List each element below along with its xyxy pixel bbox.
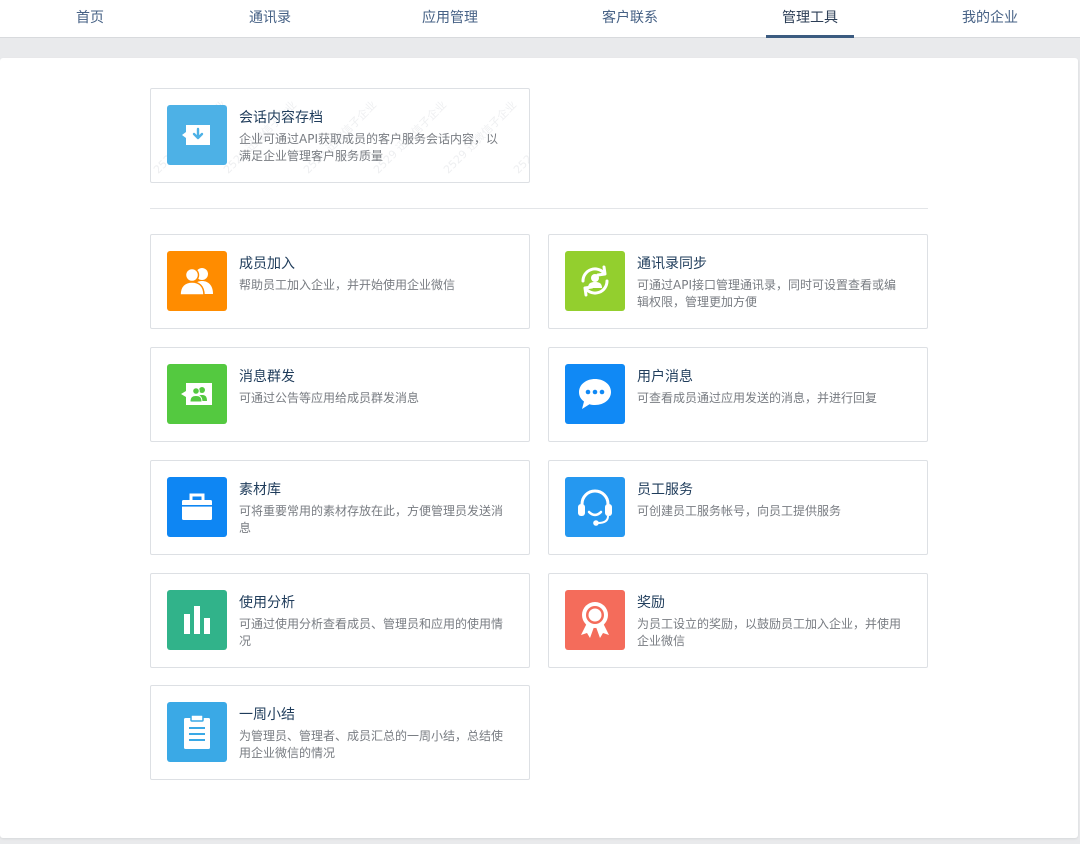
clipboard-icon: [167, 702, 227, 762]
tool-title: 素材库: [239, 482, 281, 498]
sync-contact-icon: [565, 251, 625, 311]
tab-app-management[interactable]: 应用管理: [360, 0, 540, 38]
tab-home[interactable]: 首页: [0, 0, 180, 38]
tab-my-company[interactable]: 我的企业: [900, 0, 1080, 38]
tab-management-tools[interactable]: 管理工具: [720, 0, 900, 38]
chat-bubble-icon: [565, 364, 625, 424]
briefcase-icon: [167, 477, 227, 537]
bar-chart-icon: [167, 590, 227, 650]
tool-title: 会话内容存档: [239, 110, 323, 126]
award-icon: [565, 590, 625, 650]
tool-card-chat-archive[interactable]: 2529 迅微信子企业 2529 迅微信子企业 2529 迅微信子企业 2529…: [150, 88, 530, 183]
tool-title: 通讯录同步: [637, 256, 707, 272]
tool-desc: 可创建员工服务帐号，向员工提供服务: [637, 504, 842, 518]
tool-desc: 为管理员、管理者、成员汇总的一周小结，总结使用企业微信的情况: [239, 729, 504, 760]
tab-contacts[interactable]: 通讯录: [180, 0, 360, 38]
tool-desc: 可通过使用分析查看成员、管理员和应用的使用情况: [239, 617, 504, 648]
tool-title: 消息群发: [239, 369, 295, 385]
main-panel: 2529 迅微信子企业 2529 迅微信子企业 2529 迅微信子企业 2529…: [0, 58, 1078, 838]
headset-icon: [565, 477, 625, 537]
archive-download-icon: [167, 105, 227, 165]
top-nav: 首页 通讯录 应用管理 客户联系 管理工具 我的企业: [0, 0, 1080, 38]
tool-card-employee-service[interactable]: 员工服务 可创建员工服务帐号，向员工提供服务: [548, 460, 928, 555]
tool-title: 奖励: [637, 595, 665, 611]
tool-card-member-join[interactable]: 成员加入 帮助员工加入企业，并开始使用企业微信: [150, 234, 530, 329]
tab-customer-contact[interactable]: 客户联系: [540, 0, 720, 38]
tool-card-broadcast[interactable]: 消息群发 可通过公告等应用给成员群发消息: [150, 347, 530, 442]
tool-title: 用户消息: [637, 369, 693, 385]
tool-title: 使用分析: [239, 595, 295, 611]
broadcast-icon: [167, 364, 227, 424]
tool-card-materials[interactable]: 素材库 可将重要常用的素材存放在此，方便管理员发送消息: [150, 460, 530, 555]
tool-title: 成员加入: [239, 256, 295, 272]
tool-desc: 帮助员工加入企业，并开始使用企业微信: [239, 278, 456, 292]
members-icon: [167, 251, 227, 311]
tool-desc: 为员工设立的奖励，以鼓励员工加入企业，并使用企业微信: [637, 617, 902, 648]
tool-card-user-messages[interactable]: 用户消息 可查看成员通过应用发送的消息，并进行回复: [548, 347, 928, 442]
tool-desc: 可通过公告等应用给成员群发消息: [239, 391, 420, 405]
tool-desc: 可通过API接口管理通讯录，同时可设置查看或编辑权限，管理更加方便: [637, 278, 896, 309]
tool-desc: 企业可通过API获取成员的客户服务会话内容，以满足企业管理客户服务质量: [239, 132, 498, 163]
tool-card-rewards[interactable]: 奖励 为员工设立的奖励，以鼓励员工加入企业，并使用企业微信: [548, 573, 928, 668]
tool-title: 员工服务: [637, 482, 693, 498]
tool-title: 一周小结: [239, 707, 295, 723]
tool-desc: 可查看成员通过应用发送的消息，并进行回复: [637, 391, 878, 405]
tool-desc: 可将重要常用的素材存放在此，方便管理员发送消息: [239, 504, 504, 535]
tool-card-contact-sync[interactable]: 通讯录同步 可通过API接口管理通讯录，同时可设置查看或编辑权限，管理更加方便: [548, 234, 928, 329]
tool-card-usage-analysis[interactable]: 使用分析 可通过使用分析查看成员、管理员和应用的使用情况: [150, 573, 530, 668]
tool-card-weekly-summary[interactable]: 一周小结 为管理员、管理者、成员汇总的一周小结，总结使用企业微信的情况: [150, 685, 530, 780]
section-divider: [150, 208, 928, 209]
